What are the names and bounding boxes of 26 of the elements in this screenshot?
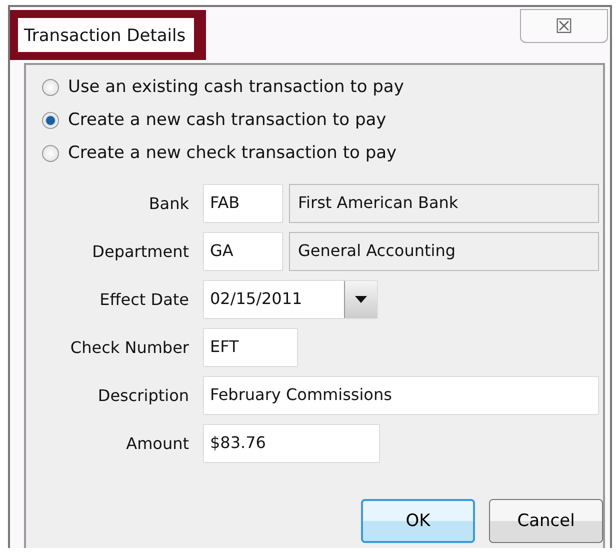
- ok-button[interactable]: OK: [361, 499, 475, 543]
- date-field[interactable]: 02/15/2011: [203, 280, 378, 319]
- field-label: Department: [91, 242, 189, 261]
- input-field[interactable]: FAB: [203, 184, 283, 223]
- readonly-field: First American Bank: [289, 184, 599, 223]
- input-field[interactable]: GA: [203, 232, 283, 271]
- field-label: Effect Date: [98, 290, 189, 309]
- field-label: Check Number: [69, 338, 189, 357]
- readonly-field: General Accounting: [289, 232, 599, 271]
- field-label: Amount: [125, 434, 189, 453]
- caret-icon: [355, 296, 367, 303]
- dropdown-button[interactable]: [344, 281, 377, 318]
- option-label[interactable]: Create a new check transaction to pay: [68, 143, 397, 163]
- radio-button[interactable]: [42, 112, 59, 128]
- field-label: Description: [96, 386, 189, 405]
- window-title: Transaction Details: [18, 18, 194, 52]
- field-label: Bank: [148, 194, 189, 213]
- option-label[interactable]: Use an existing cash transaction to pay: [68, 77, 404, 97]
- cancel-button[interactable]: Cancel: [489, 499, 603, 543]
- radio-button[interactable]: [42, 144, 59, 162]
- input-field[interactable]: EFT: [203, 328, 298, 367]
- input-field[interactable]: February Commissions: [203, 376, 599, 415]
- close-button[interactable]: ☒: [520, 9, 608, 43]
- option-label[interactable]: Create a new cash transaction to pay: [68, 110, 386, 130]
- radio-button[interactable]: [42, 78, 59, 96]
- input-field[interactable]: $83.76: [203, 424, 380, 463]
